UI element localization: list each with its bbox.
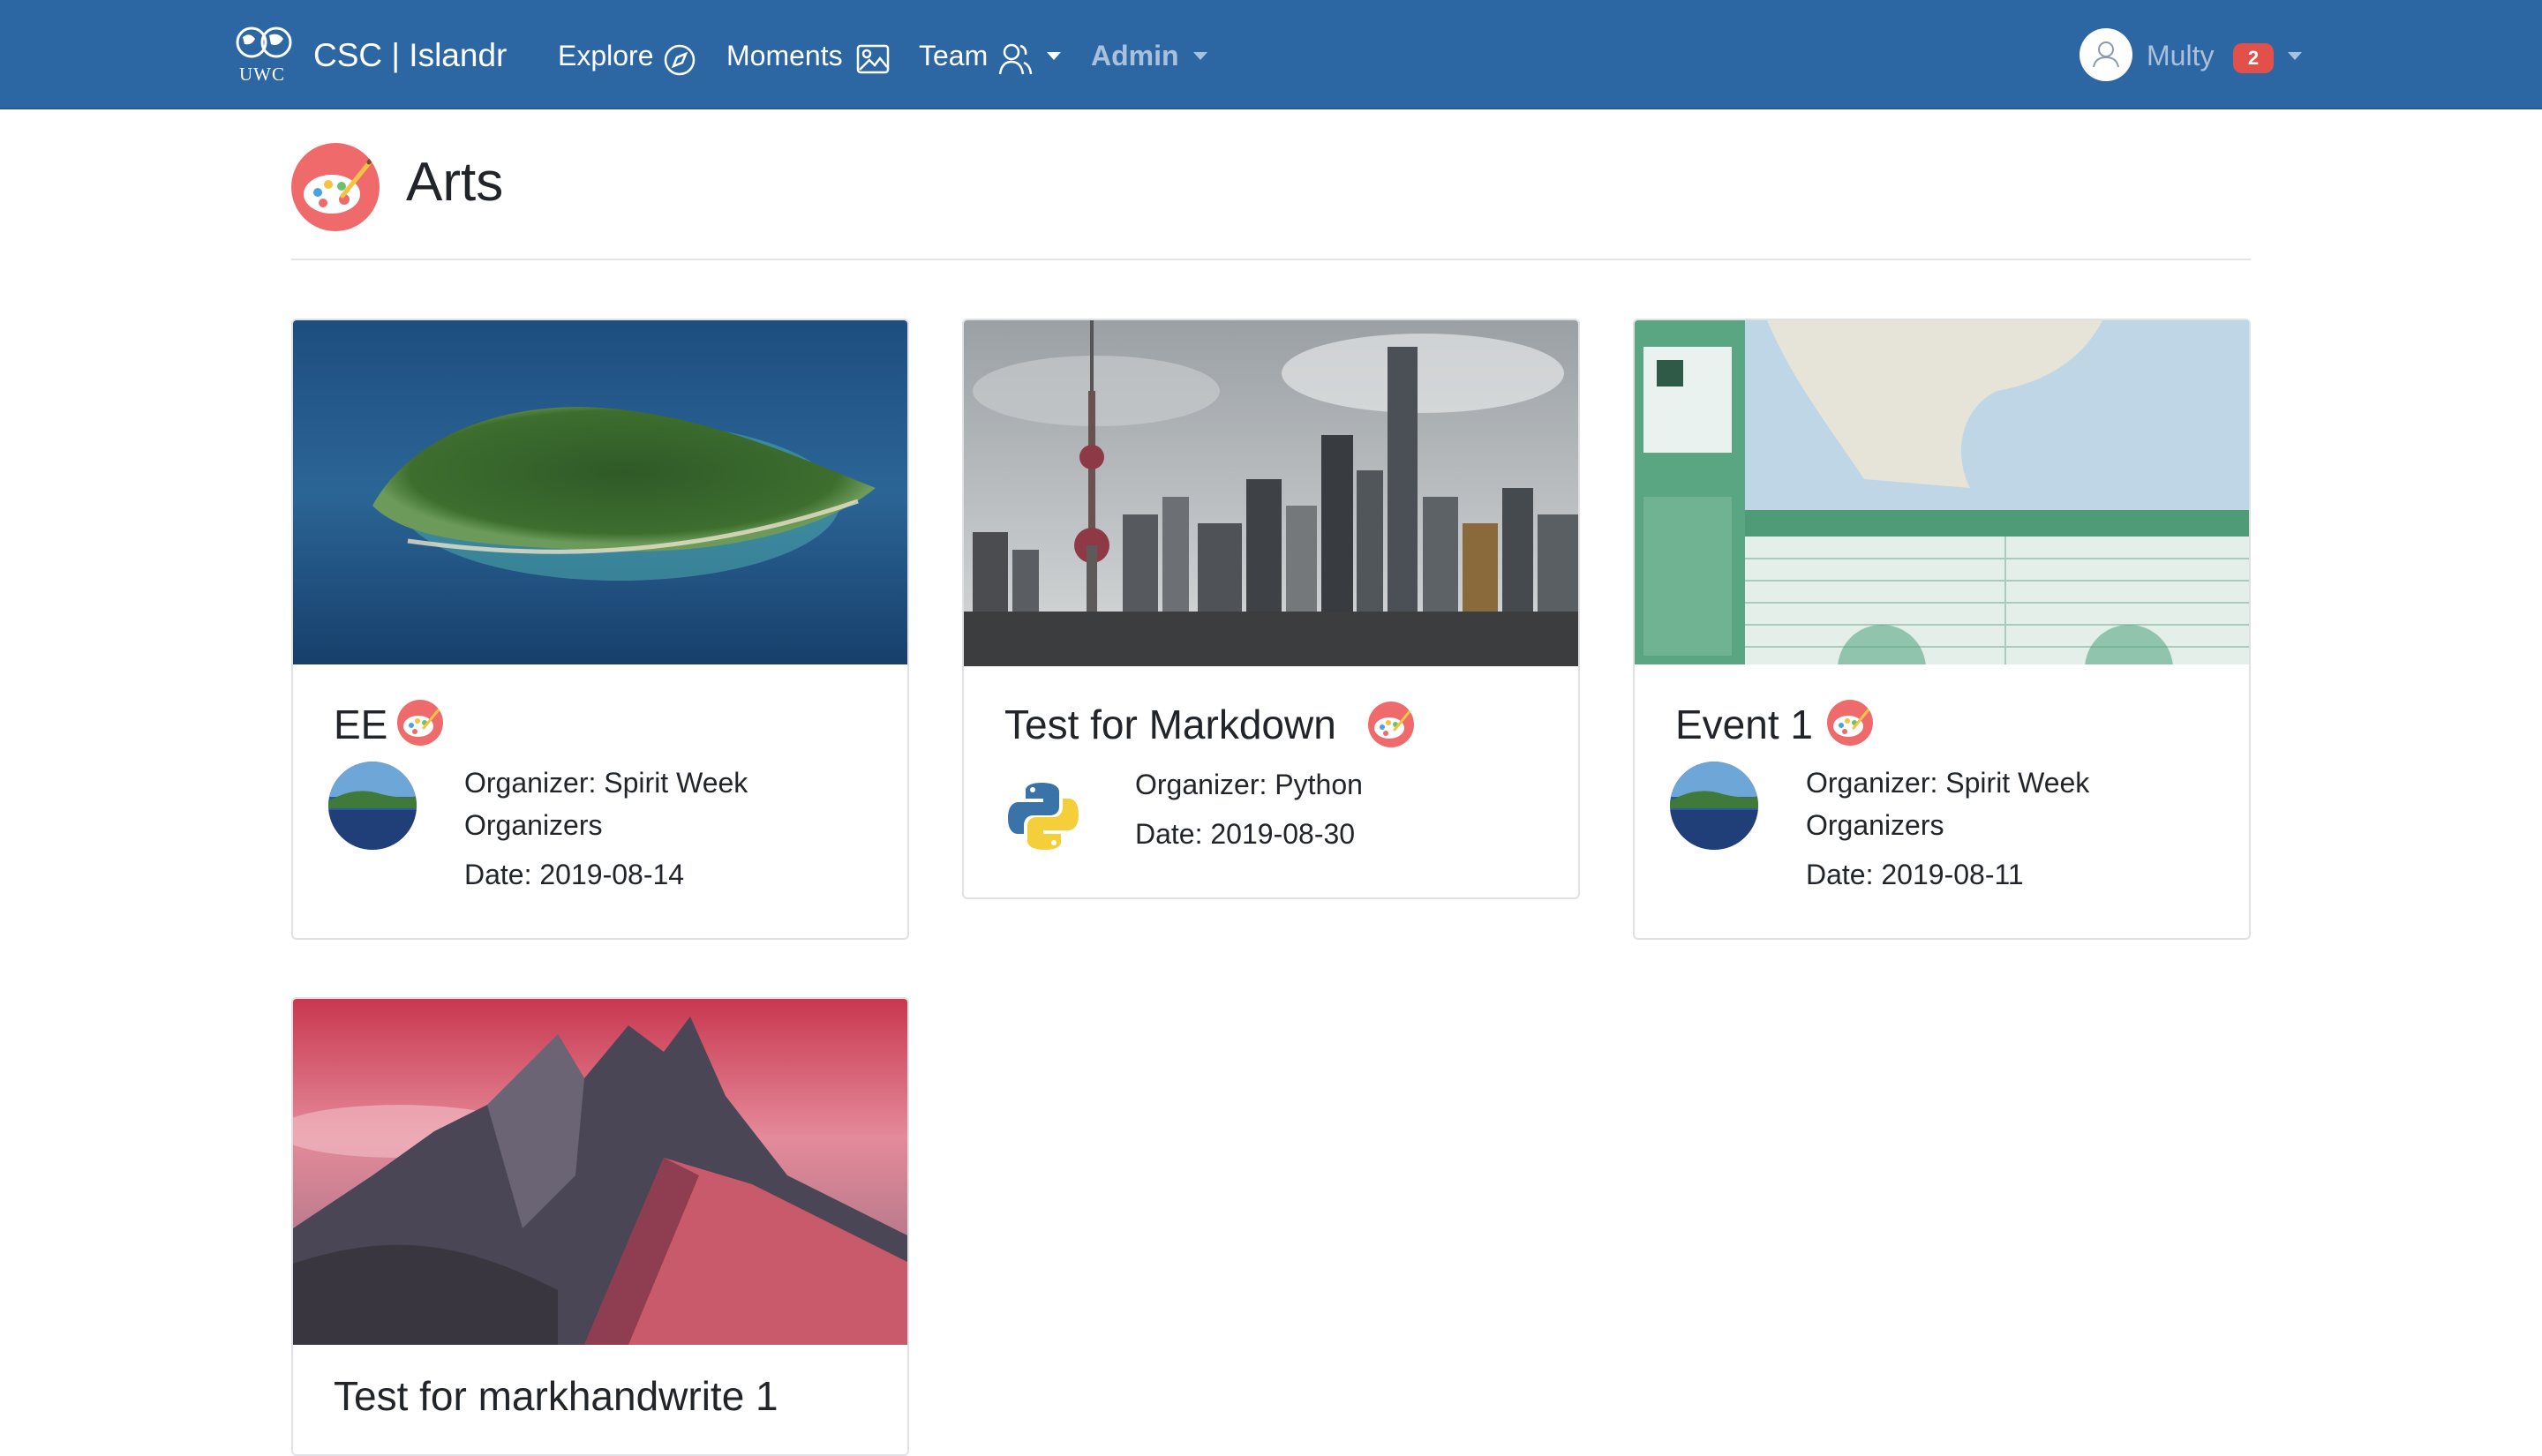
users-icon bbox=[998, 43, 1033, 75]
logo-text: UWC bbox=[239, 64, 285, 85]
palette-icon bbox=[1368, 702, 1414, 747]
nav-admin-label: Admin bbox=[1091, 40, 1179, 71]
organizer-text: Organizer: Python bbox=[1135, 769, 1363, 800]
admin-dropdown-caret[interactable] bbox=[1193, 52, 1207, 60]
uwc-logo[interactable]: UWC bbox=[234, 25, 296, 86]
organizer-text: Organizer: Spirit Week Organizers bbox=[1806, 767, 2090, 841]
date-text: Date: 2019-08-30 bbox=[1135, 818, 1356, 850]
nav-admin[interactable]: Admin bbox=[1091, 35, 1179, 76]
date-text: Date: 2019-08-11 bbox=[1806, 859, 2024, 890]
user-icon bbox=[2093, 41, 2119, 68]
brand-title[interactable]: CSC | Islandr bbox=[313, 34, 507, 78]
notification-badge[interactable]: 2 bbox=[2233, 43, 2274, 73]
card-details: Organizer: Spirit Week Organizers Date: … bbox=[464, 762, 879, 896]
nav-moments[interactable]: Moments bbox=[726, 35, 843, 76]
mountain-photo[interactable] bbox=[293, 999, 907, 1345]
user-avatar[interactable] bbox=[2079, 28, 2132, 81]
card-title[interactable]: Test for markhandwrite 1 bbox=[334, 1370, 778, 1422]
organizer-avatar bbox=[1670, 762, 1758, 850]
map-infographic[interactable] bbox=[1635, 320, 2249, 664]
event-card-ee[interactable]: EE Organizer: Spirit Week Organizers Dat… bbox=[291, 319, 909, 940]
city-skyline-photo[interactable] bbox=[964, 320, 1578, 666]
card-title[interactable]: Event 1 bbox=[1675, 698, 1813, 751]
organizer-avatar bbox=[328, 762, 417, 850]
card-title[interactable]: EE bbox=[334, 698, 387, 751]
event-card-test-for-markdown[interactable]: Test for Markdown Organizer: Python Date… bbox=[962, 319, 1580, 899]
compass-icon bbox=[664, 44, 696, 76]
card-details: Organizer: Spirit Week Organizers Date: … bbox=[1806, 762, 2221, 896]
nav-team[interactable]: Team bbox=[919, 35, 988, 76]
event-card-event-1[interactable]: Event 1 Organizer: Spirit Week Organizer… bbox=[1633, 319, 2251, 940]
nav-explore-label: Explore bbox=[558, 40, 654, 71]
organizer-text: Organizer: Spirit Week Organizers bbox=[464, 767, 748, 841]
image-icon bbox=[856, 44, 890, 74]
card-title[interactable]: Test for Markdown bbox=[1004, 698, 1336, 751]
nav-explore[interactable]: Explore bbox=[558, 35, 654, 76]
event-card-4[interactable]: Test for markhandwrite 1 bbox=[291, 997, 909, 1456]
python-logo-icon bbox=[999, 772, 1087, 860]
page-title: Arts bbox=[406, 152, 504, 213]
palette-icon bbox=[397, 700, 443, 746]
palette-icon bbox=[291, 143, 380, 231]
top-navbar: UWC CSC | Islandr Explore Moments Team A… bbox=[0, 0, 2542, 109]
palette-icon bbox=[1827, 700, 1873, 746]
user-dropdown-caret[interactable] bbox=[2288, 52, 2302, 60]
header-divider bbox=[291, 259, 2251, 260]
date-text: Date: 2019-08-14 bbox=[464, 859, 685, 890]
island-photo[interactable] bbox=[293, 320, 907, 664]
team-dropdown-caret[interactable] bbox=[1047, 52, 1061, 60]
globe-icon bbox=[236, 26, 292, 58]
nav-moments-label: Moments bbox=[726, 40, 843, 71]
user-name[interactable]: Multy bbox=[2147, 35, 2214, 76]
nav-team-label: Team bbox=[919, 40, 989, 71]
card-details: Organizer: Python Date: 2019-08-30 bbox=[1135, 763, 1550, 855]
